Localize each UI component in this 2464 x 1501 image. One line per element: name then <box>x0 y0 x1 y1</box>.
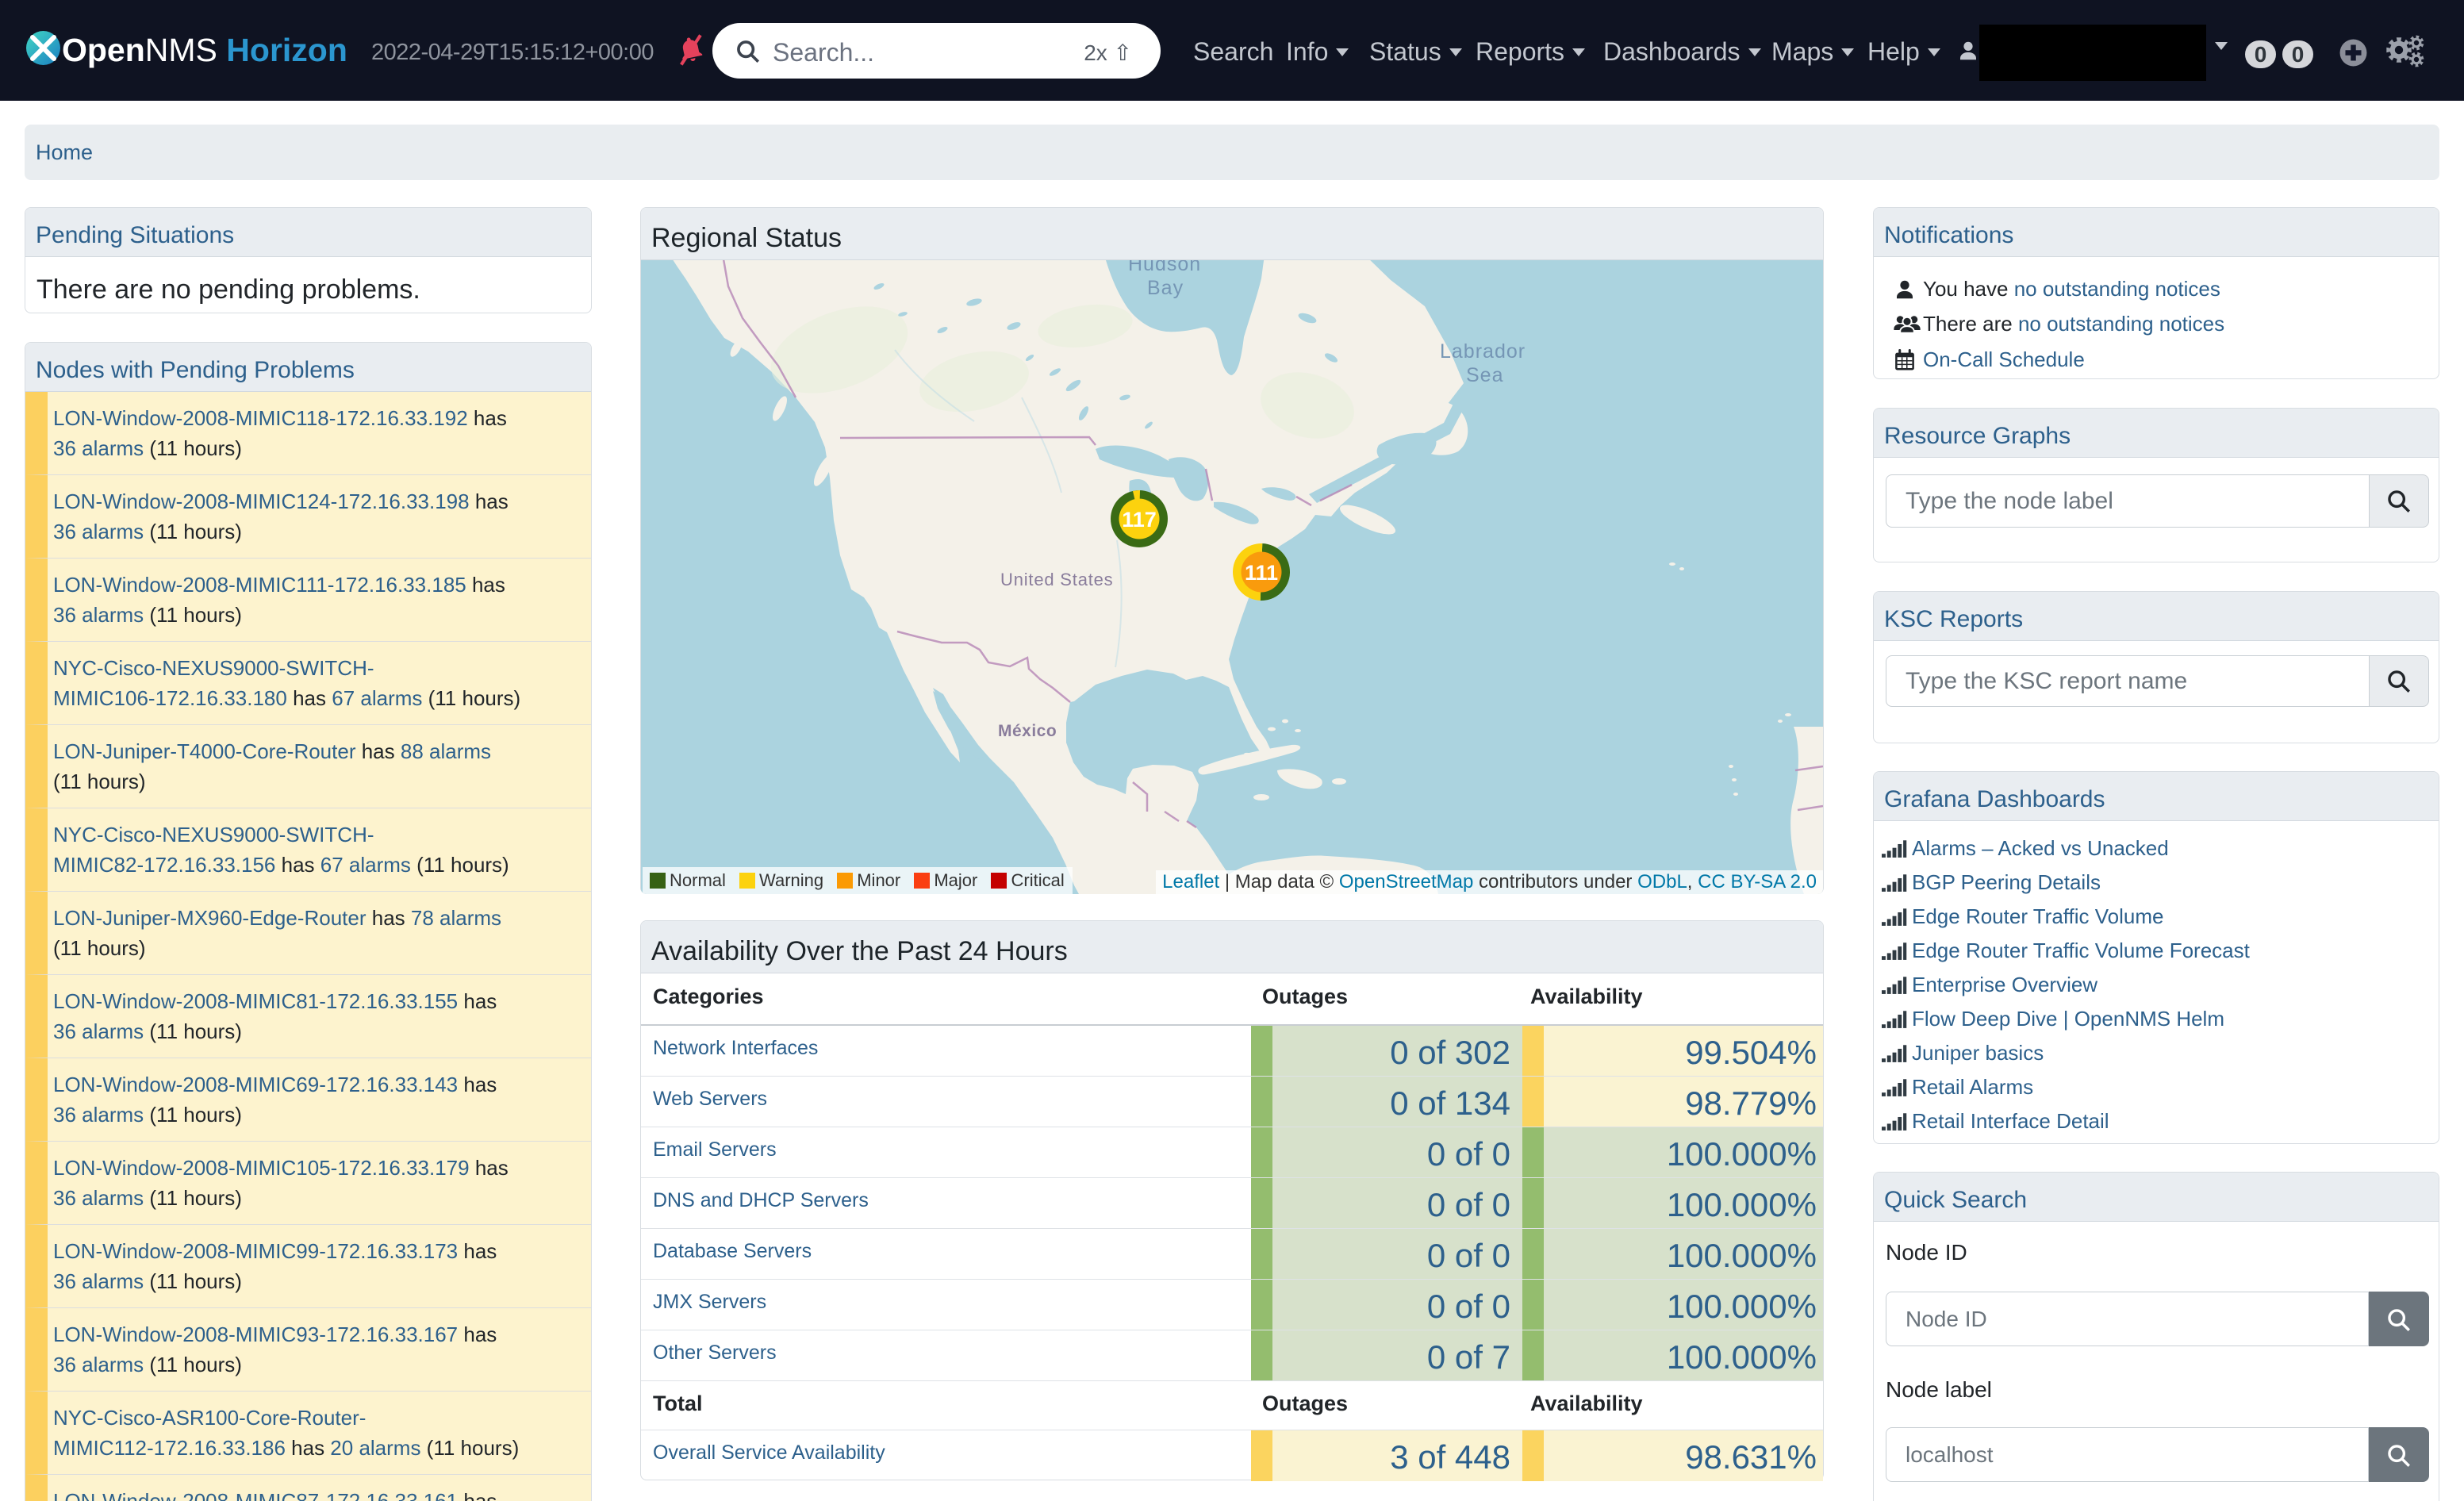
svg-text:117: 117 <box>1122 508 1157 532</box>
svg-text:México: México <box>998 722 1057 740</box>
svg-text:Bay: Bay <box>1147 277 1184 299</box>
svg-text:Sea: Sea <box>1466 364 1503 386</box>
svg-text:111: 111 <box>1245 561 1278 585</box>
svg-text:United States: United States <box>1000 570 1113 589</box>
svg-text:Hudson: Hudson <box>1128 260 1201 275</box>
svg-text:Labrador: Labrador <box>1440 340 1526 363</box>
